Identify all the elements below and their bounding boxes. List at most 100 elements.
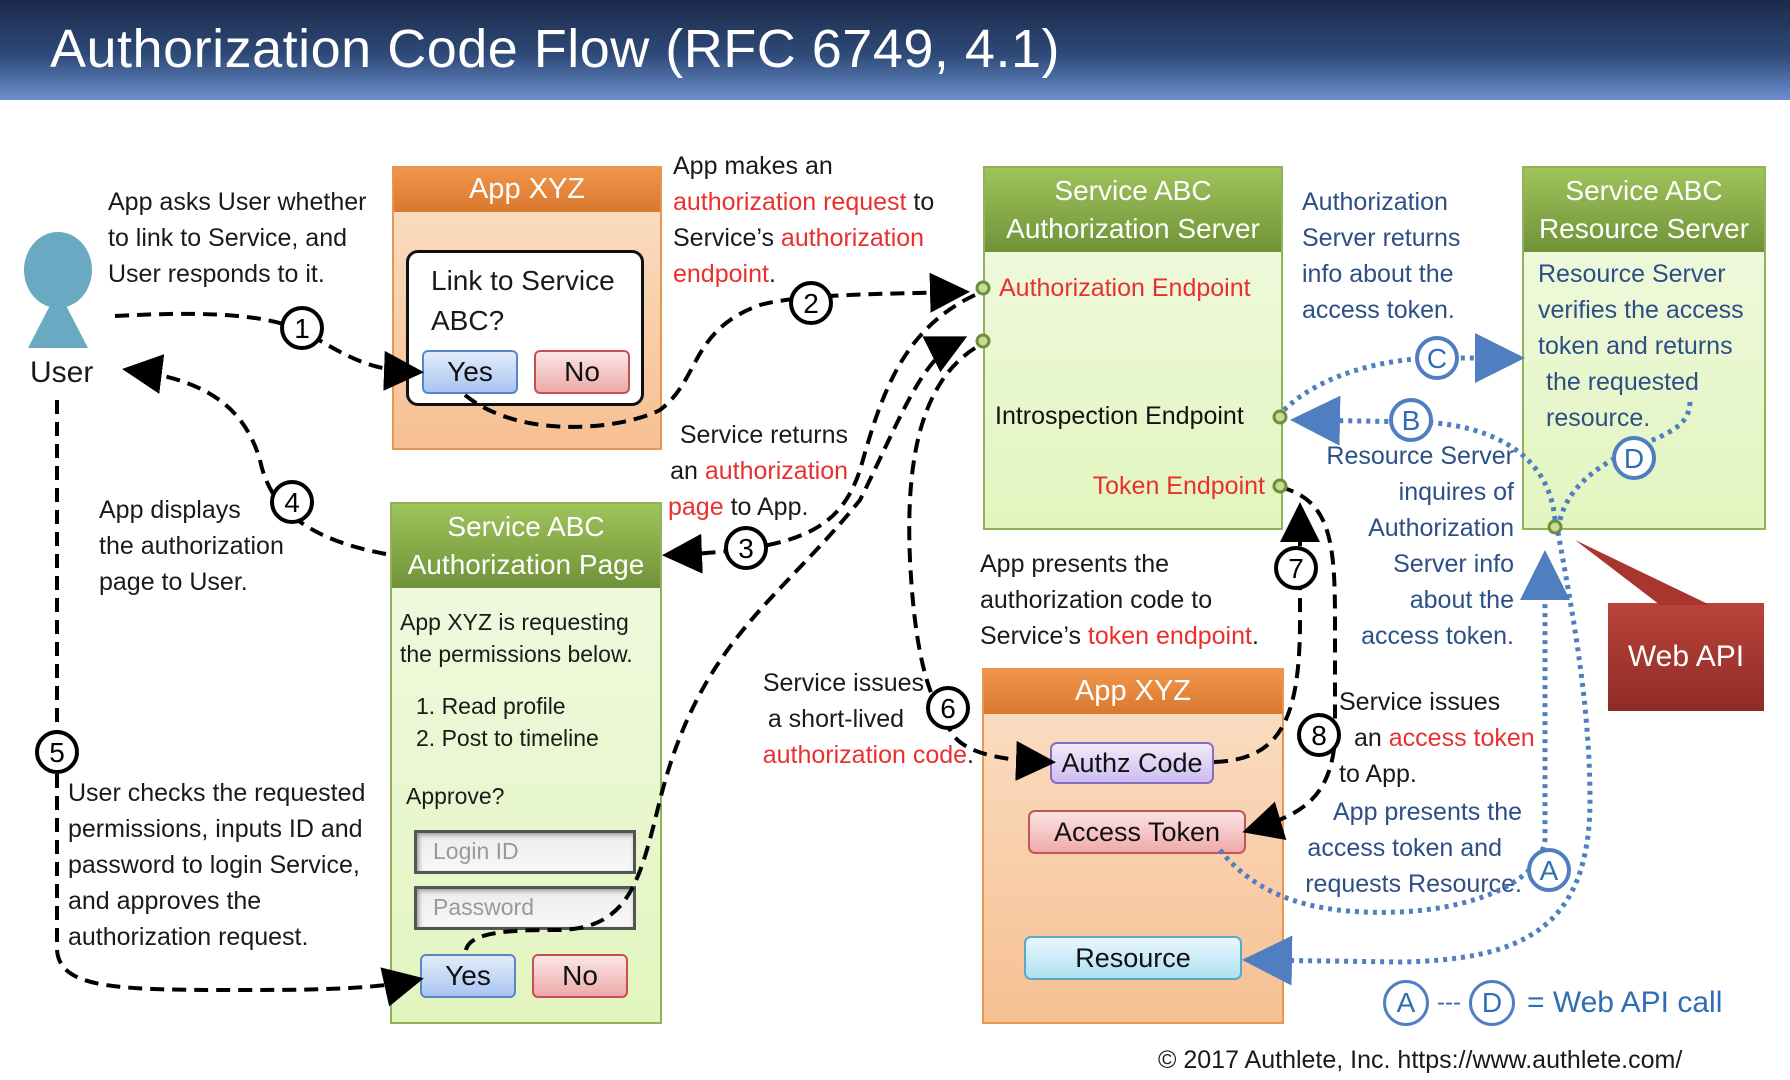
step6-line: Service issues	[762, 669, 924, 697]
text: .	[967, 741, 974, 769]
text: .	[1251, 622, 1259, 650]
text: App makes an	[673, 152, 833, 180]
question-line: ABC?	[431, 305, 505, 336]
step2-line: endpoint.	[673, 256, 934, 292]
api-c-line: Server returns	[1302, 224, 1461, 252]
header-line: Service ABC	[1565, 175, 1723, 206]
step1-line: User responds to it.	[108, 260, 325, 288]
resource-server-header: Service ABC Resource Server	[1524, 168, 1764, 252]
token-endpoint[interactable]: Token Endpoint	[1093, 472, 1265, 501]
introspection-endpoint[interactable]: Introspection Endpoint	[995, 402, 1244, 431]
app-xyz-bottom-header: App XYZ	[984, 670, 1282, 714]
step4-line: App displays	[99, 496, 241, 524]
step-number: 8	[1311, 720, 1327, 751]
question-line: Link to Service	[431, 265, 615, 296]
step-number: 4	[284, 487, 300, 518]
link-yes-button[interactable]: Yes	[422, 350, 518, 394]
user-icon-body	[28, 290, 88, 348]
header-line: Service ABC	[447, 511, 605, 542]
text: to App.	[723, 493, 809, 521]
password-input[interactable]: Password	[414, 886, 636, 930]
api-a-line: requests Resource.	[1305, 870, 1522, 898]
legend-d-badge: D	[1468, 980, 1515, 1026]
api-badge-label: A	[1540, 855, 1559, 886]
api-b-line: Authorization	[1368, 514, 1514, 542]
login-id-input[interactable]: Login ID	[414, 830, 636, 874]
header-line: Service ABC	[1054, 175, 1212, 206]
api-badge-c: C	[1415, 336, 1459, 380]
permission-item: 1. Read profile	[416, 693, 566, 719]
step2-description: App makes an authorization request to Se…	[673, 148, 934, 292]
step6-line: authorization code.	[738, 737, 974, 773]
step1-line: to link to Service, and	[108, 224, 348, 252]
header-line: Authorization Page	[407, 549, 645, 580]
step5-line: User checks the requested	[68, 779, 366, 807]
legend: A --- D = Web API call	[1383, 980, 1722, 1026]
step7-line: Service’s token endpoint.	[980, 618, 1259, 654]
api-badge-b: B	[1389, 398, 1433, 442]
app-xyz-bottom: App XYZ Authz Code Access Token Resource	[982, 668, 1284, 1024]
text: Service’s	[980, 622, 1088, 650]
text: token endpoint	[1087, 622, 1252, 650]
access-token-item[interactable]: Access Token	[1028, 810, 1246, 854]
step-number: 1	[294, 313, 310, 344]
desc-line: Resource Server	[1538, 260, 1726, 288]
step6-description: Service issues a short-lived authorizati…	[738, 665, 974, 773]
api-badge-label: C	[1427, 343, 1447, 374]
api-arrow-c	[1282, 333, 1525, 412]
step8-description: Service issues an access token to App.	[1339, 684, 1535, 792]
permission-list: 1. Read profile 2. Post to timeline	[416, 690, 599, 754]
header-line: Resource Server	[1538, 213, 1750, 244]
step-badge-8: 8	[1297, 713, 1341, 757]
desc-line: the requested	[1546, 368, 1699, 396]
desc-line: token and returns	[1538, 332, 1733, 360]
step5-line: password to login Service,	[68, 851, 360, 879]
intro-line: App XYZ is requesting	[400, 609, 629, 635]
step2-line: App makes an	[673, 148, 934, 184]
text: an	[1354, 724, 1389, 752]
web-api-label: Web API	[1627, 640, 1745, 673]
web-api-callout-pointer	[1575, 540, 1710, 605]
desc-line: verifies the access	[1538, 296, 1744, 324]
step8-line: to App.	[1339, 760, 1417, 788]
resource-item[interactable]: Resource	[1024, 936, 1242, 980]
authz-code-item[interactable]: Authz Code	[1050, 742, 1214, 784]
api-b-line: Resource Server	[1326, 442, 1514, 470]
api-b-line: about the	[1409, 586, 1514, 614]
api-c-line: Authorization	[1302, 188, 1448, 216]
arrow-step1	[114, 311, 424, 391]
step5-description: User checks the requested permissions, i…	[68, 775, 365, 955]
text: endpoint	[673, 260, 769, 288]
header-line: Authorization Server	[1006, 213, 1260, 244]
desc-line: resource.	[1546, 404, 1651, 432]
text: authorization request	[673, 188, 907, 216]
text: page	[668, 493, 724, 521]
approve-yes-button[interactable]: Yes	[420, 954, 516, 998]
legend-separator: ---	[1437, 989, 1461, 1016]
approve-no-button[interactable]: No	[532, 954, 628, 998]
step3-line: an authorization	[648, 453, 848, 489]
authorization-server: Service ABC Authorization Server Authori…	[983, 166, 1283, 530]
copyright-footer: © 2017 Authlete, Inc. https://www.authle…	[1158, 1046, 1683, 1074]
authorization-server-header: Service ABC Authorization Server	[985, 168, 1281, 252]
text: authorization code	[762, 741, 968, 769]
step5-line: permissions, inputs ID and	[68, 815, 363, 843]
legend-text: = Web API call	[1526, 986, 1723, 1019]
permission-item: 2. Post to timeline	[416, 725, 599, 751]
link-no-button[interactable]: No	[534, 350, 630, 394]
api-b-line: inquires of	[1398, 478, 1514, 506]
intro-line: the permissions below.	[400, 641, 633, 667]
step7-line: App presents the	[980, 550, 1170, 578]
api-c-line: access token.	[1302, 296, 1455, 324]
legend-a-badge: A	[1383, 980, 1429, 1026]
step4-description: App displays the authorization page to U…	[99, 492, 284, 600]
step3-line: page to App.	[648, 489, 848, 525]
user-label: User	[30, 356, 94, 389]
resource-server-description: Resource Server verifies the access toke…	[1538, 256, 1744, 436]
api-b-line: Server info	[1393, 550, 1514, 578]
app-xyz-top: App XYZ Link to Service ABC? Yes No	[392, 166, 662, 450]
step2-line: Service’s authorization	[673, 220, 934, 256]
authorization-endpoint[interactable]: Authorization Endpoint	[999, 274, 1251, 303]
step2-line: authorization request to	[673, 184, 934, 220]
step-badge-5: 5	[35, 730, 79, 774]
